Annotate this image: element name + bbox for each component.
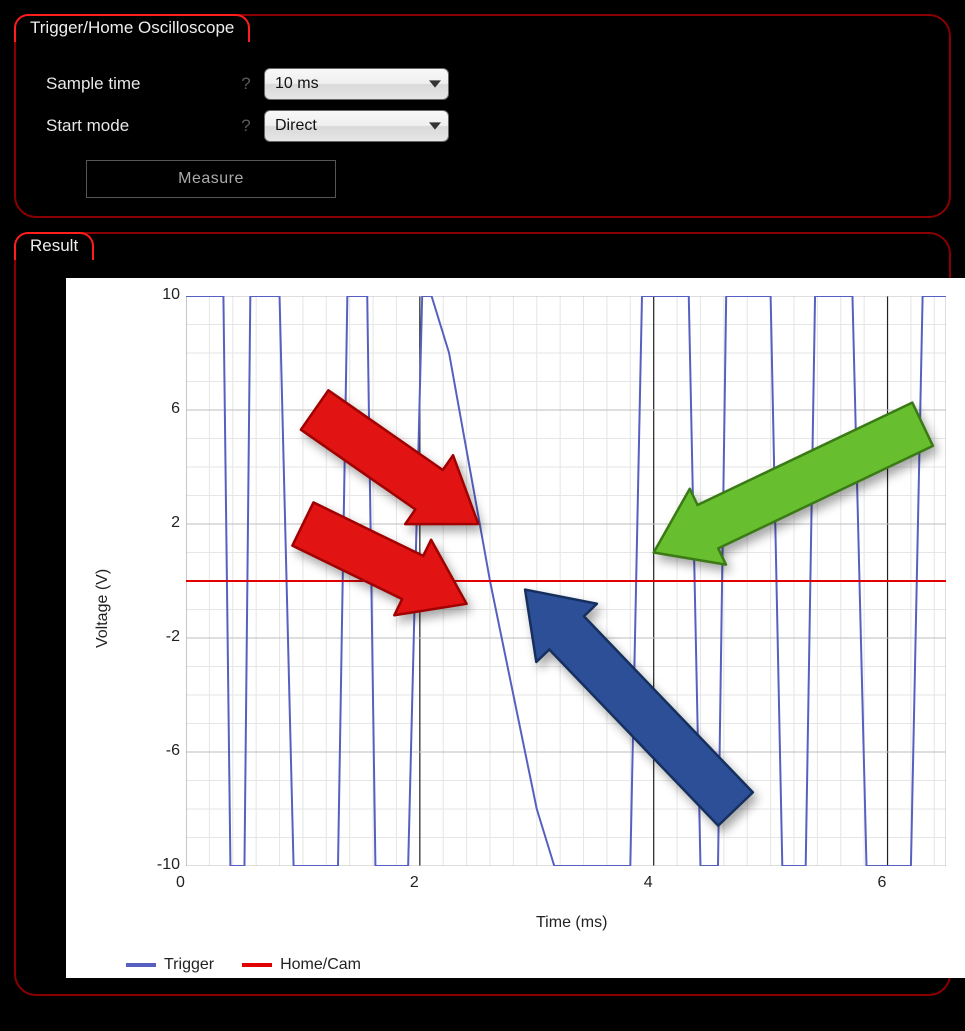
y-tick: -2 <box>140 628 180 646</box>
legend-item-trigger: Trigger <box>126 956 214 974</box>
x-axis-label: Time (ms) <box>536 914 607 932</box>
help-icon[interactable]: ? <box>236 74 256 94</box>
result-panel: Result Voltage (V) 10 6 2 -2 -6 -10 0 2 4 6 Time… <box>14 232 951 996</box>
annotation-arrows <box>186 296 946 866</box>
legend-label: Home/Cam <box>280 956 361 974</box>
y-axis-label: Voltage (V) <box>94 569 112 648</box>
chevron-down-icon <box>422 120 448 132</box>
panel-title: Result <box>14 232 94 260</box>
y-tick: 2 <box>140 514 180 532</box>
x-tick: 6 <box>878 874 887 892</box>
chevron-down-icon <box>422 78 448 90</box>
y-tick: 10 <box>140 286 180 304</box>
legend-swatch <box>242 963 272 967</box>
start-mode-label: Start mode <box>46 116 236 136</box>
oscilloscope-settings-panel: Trigger/Home Oscilloscope Sample time ? … <box>14 14 951 218</box>
sample-time-value: 10 ms <box>265 75 422 93</box>
y-tick: -10 <box>140 856 180 874</box>
y-tick: -6 <box>140 742 180 760</box>
legend-item-homecam: Home/Cam <box>242 956 361 974</box>
start-mode-select[interactable]: Direct <box>264 110 449 142</box>
panel-title: Trigger/Home Oscilloscope <box>14 14 250 42</box>
sample-time-select[interactable]: 10 ms <box>264 68 449 100</box>
measure-button[interactable]: Measure <box>86 160 336 198</box>
x-tick: 4 <box>644 874 653 892</box>
start-mode-value: Direct <box>265 117 422 135</box>
x-tick: 2 <box>410 874 419 892</box>
legend-label: Trigger <box>164 956 214 974</box>
chart-legend: Trigger Home/Cam <box>126 956 361 974</box>
sample-time-label: Sample time <box>46 74 236 94</box>
help-icon[interactable]: ? <box>236 116 256 136</box>
y-tick: 6 <box>140 400 180 418</box>
x-tick: 0 <box>176 874 185 892</box>
sample-time-row: Sample time ? 10 ms <box>46 66 929 102</box>
start-mode-row: Start mode ? Direct <box>46 108 929 144</box>
legend-swatch <box>126 963 156 967</box>
oscilloscope-chart: Voltage (V) 10 6 2 -2 -6 -10 0 2 4 6 Time (ms) T… <box>66 278 965 978</box>
